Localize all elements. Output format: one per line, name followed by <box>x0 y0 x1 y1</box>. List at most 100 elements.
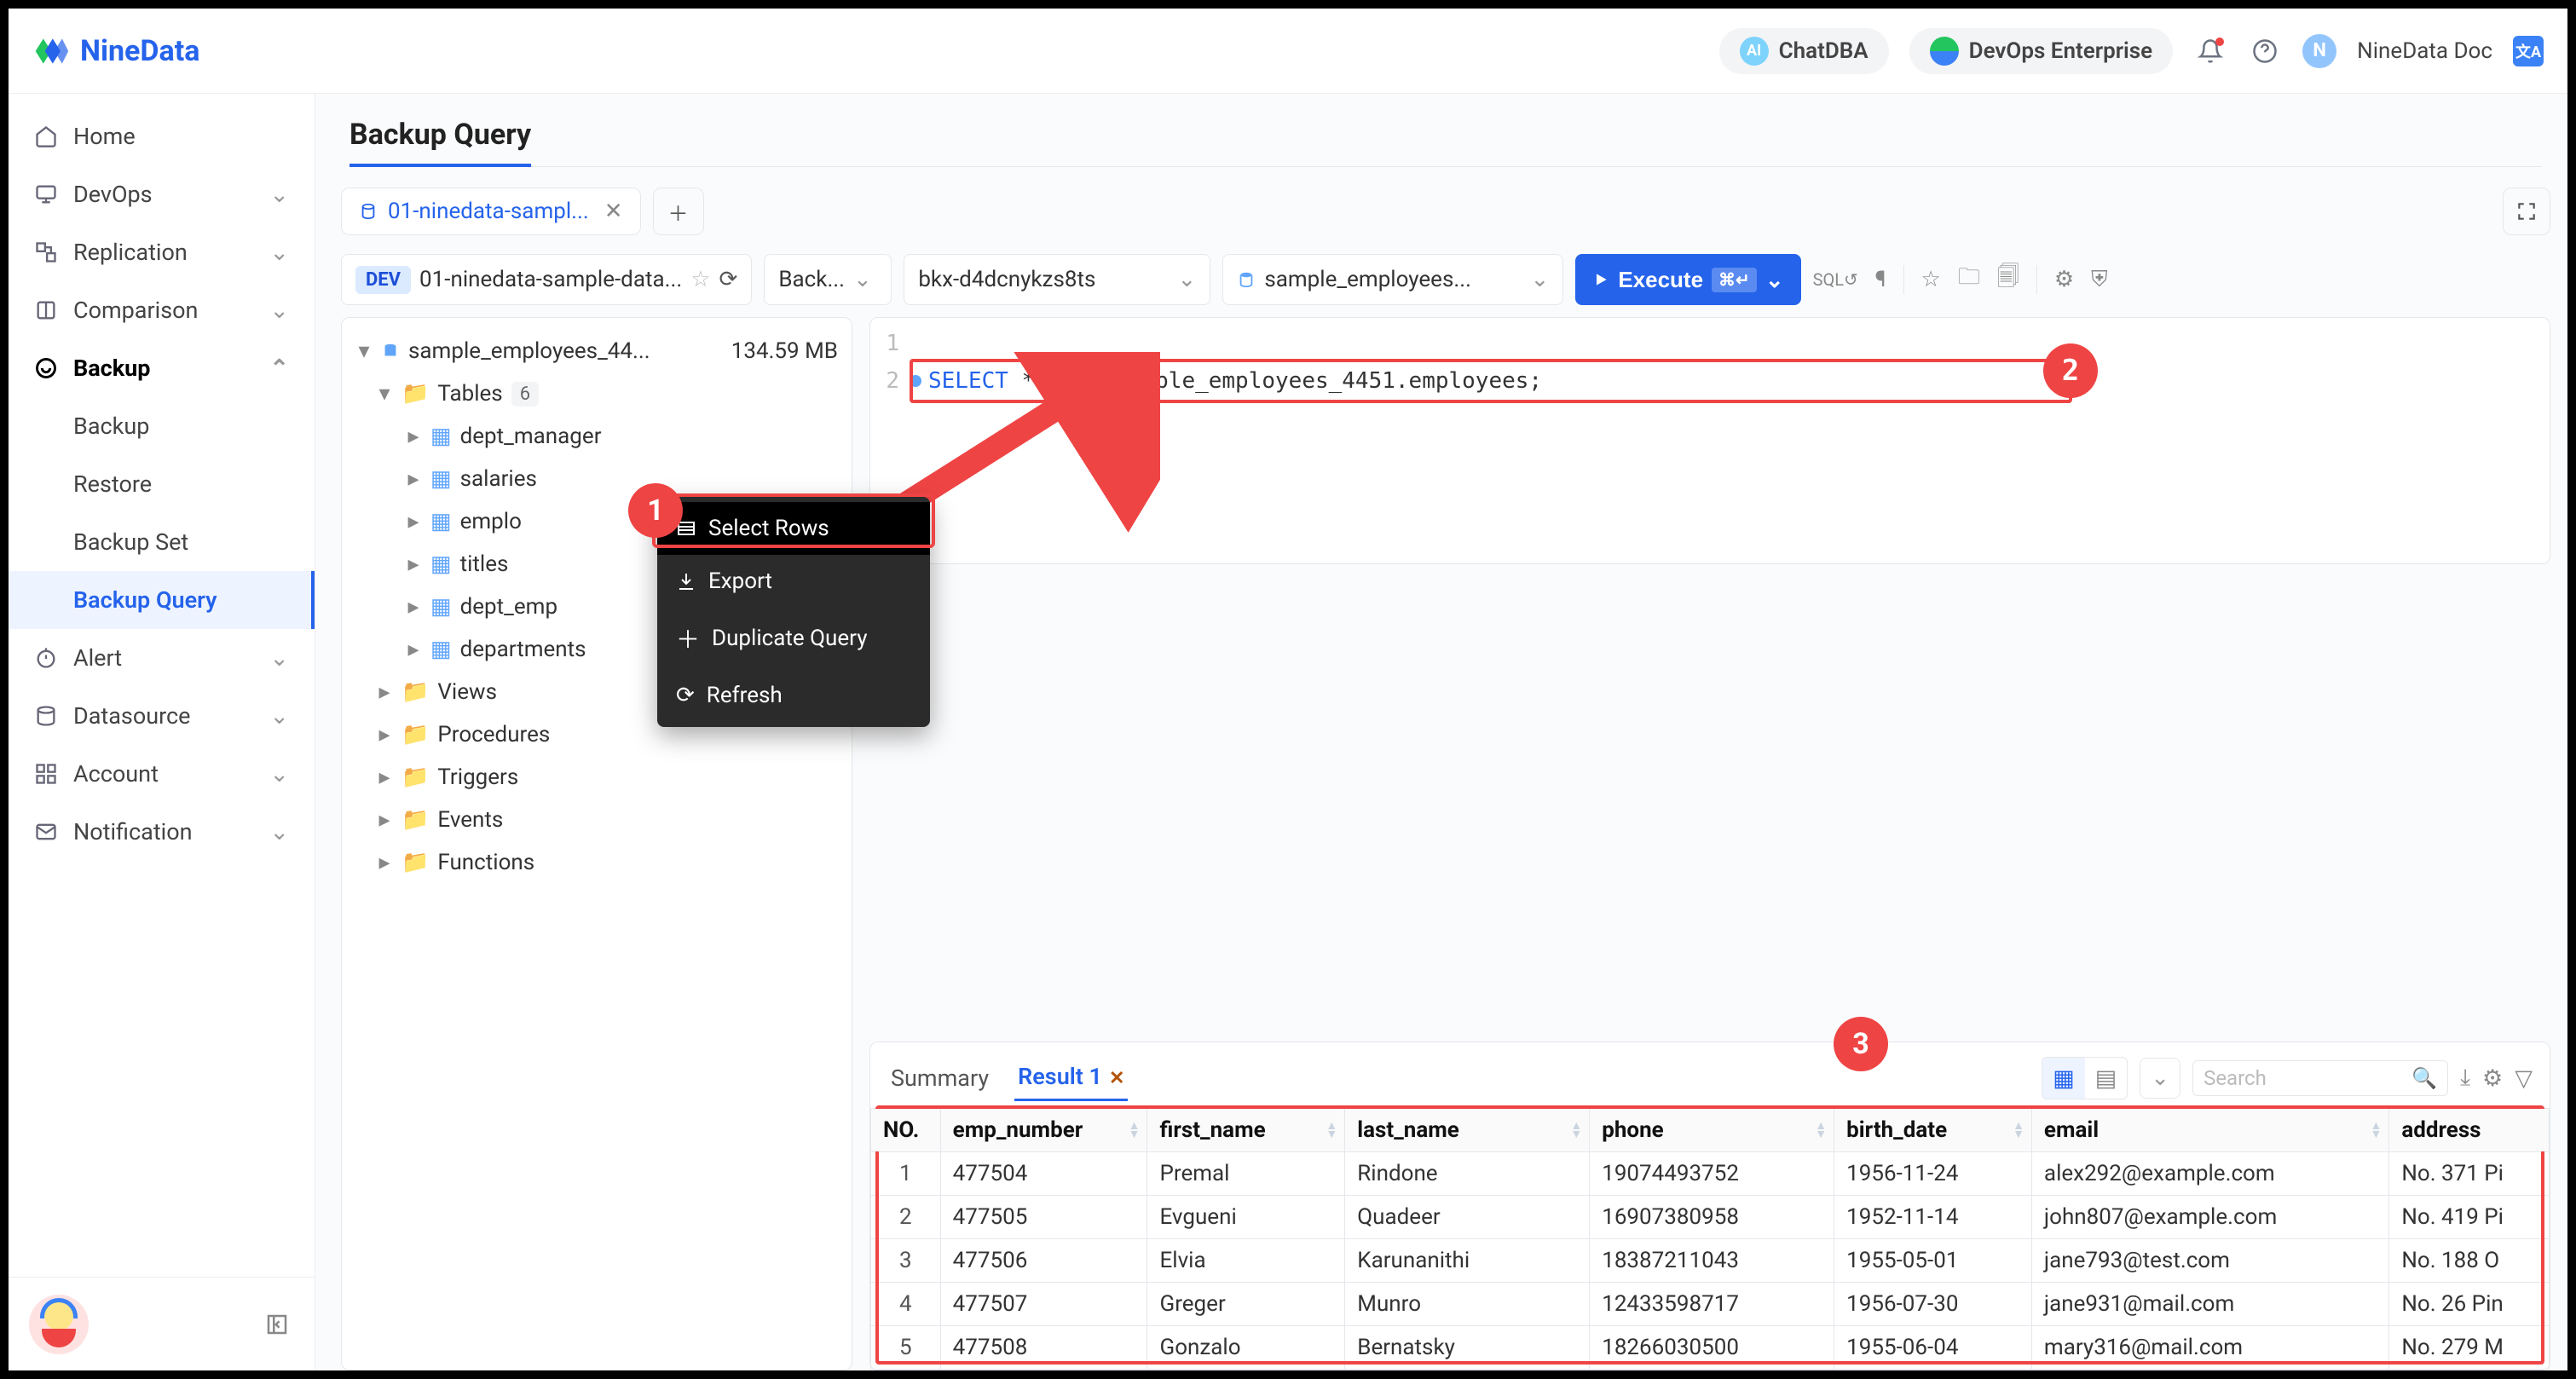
sidebar-item-backup[interactable]: Backup ⌃ <box>9 339 315 397</box>
results-tab-result1[interactable]: Result 1✕ <box>1014 1054 1128 1101</box>
help-icon[interactable] <box>2248 34 2282 68</box>
sidebar-item-comparison[interactable]: Comparison ⌄ <box>9 281 315 339</box>
column-header[interactable]: first_name▲▼ <box>1147 1109 1345 1152</box>
cell-ph: 12433598717 <box>1590 1283 1834 1326</box>
sidebar-item-label: Backup <box>73 355 150 382</box>
tree-tables[interactable]: ▾ 📁 Tables 6 <box>350 372 843 415</box>
mail-icon <box>34 820 58 844</box>
column-header[interactable]: emp_number▲▼ <box>940 1109 1147 1152</box>
sidebar-item-datasource[interactable]: Datasource ⌄ <box>9 687 315 745</box>
export-icon <box>676 571 696 591</box>
sidebar-item-account[interactable]: Account ⌄ <box>9 745 315 803</box>
tree-folder[interactable]: ▸📁Triggers <box>350 756 843 799</box>
sidebar-item-devops[interactable]: DevOps ⌄ <box>9 165 315 223</box>
sidebar-item-alert[interactable]: Alert ⌄ <box>9 629 315 687</box>
sidebar-item-notification[interactable]: Notification ⌄ <box>9 803 315 861</box>
column-header[interactable]: birth_date▲▼ <box>1834 1109 2032 1152</box>
context-menu-duplicate[interactable]: ＋ Duplicate Query <box>657 608 930 669</box>
chatdba-button[interactable]: AI ChatDBA <box>1719 28 1889 74</box>
table-row[interactable]: 4 477507 Greger Munro 12433598717 1956-0… <box>871 1283 2550 1326</box>
fullscreen-button[interactable] <box>2503 188 2550 235</box>
sql-icon[interactable]: SQL↺ <box>1813 269 1858 290</box>
table-row[interactable]: 3 477506 Elvia Karunanithi 18387211043 1… <box>871 1239 2550 1283</box>
context-menu-export[interactable]: Export <box>657 555 930 608</box>
download-icon[interactable]: ⤓ <box>2460 1064 2470 1092</box>
sort-icon[interactable]: ▲▼ <box>1326 1122 1337 1139</box>
close-icon[interactable]: ✕ <box>1109 1068 1124 1089</box>
sidebar-item-home[interactable]: Home <box>9 107 315 165</box>
cell-ad: No. 188 O <box>2389 1239 2550 1283</box>
backup-id-selector[interactable]: bkx-d4dcnykzs8ts ⌄ <box>904 254 1210 305</box>
sort-icon[interactable]: ▲▼ <box>1570 1122 1582 1139</box>
notifications-icon[interactable] <box>2193 34 2227 68</box>
database-icon <box>1237 270 1256 289</box>
sidebar-item-label: Home <box>73 123 136 150</box>
datasource-selector[interactable]: DEV 01-ninedata-sample-data... ☆ ⟳ <box>341 254 752 305</box>
chevron-down-icon: ⌄ <box>1178 267 1197 292</box>
tree-folder[interactable]: ▸📁Functions <box>350 841 843 884</box>
save-icon[interactable]: 🗐 <box>1997 261 2019 298</box>
sidebar-sub-restore[interactable]: Restore <box>9 455 315 513</box>
chevron-right-icon: ▸ <box>376 765 393 790</box>
results-tab-summary[interactable]: Summary <box>887 1056 992 1100</box>
brand-logo[interactable]: NineData <box>32 32 199 70</box>
results-options-dropdown[interactable]: ⌄ <box>2140 1058 2180 1099</box>
sort-icon[interactable]: ▲▼ <box>1815 1122 1827 1139</box>
column-header[interactable]: phone▲▼ <box>1590 1109 1834 1152</box>
table-row[interactable]: 1 477504 Premal Rindone 19074493752 1956… <box>871 1152 2550 1196</box>
sidebar-item-replication[interactable]: Replication ⌄ <box>9 223 315 281</box>
user-avatar[interactable]: N <box>2302 34 2336 68</box>
shield-icon[interactable]: ⛨ <box>2091 267 2108 293</box>
context-menu-refresh[interactable]: ⟳ Refresh <box>657 669 930 722</box>
database-icon <box>359 202 378 221</box>
tree-table-item[interactable]: ▸▦dept_manager <box>350 415 843 458</box>
sidebar-sub-backup-query[interactable]: Backup Query <box>9 571 315 629</box>
sidebar-sub-backup[interactable]: Backup <box>9 397 315 455</box>
format-icon[interactable]: ¶ <box>1875 267 1886 292</box>
context-menu-select-rows[interactable]: Select Rows <box>657 502 930 555</box>
favorite-icon[interactable]: ☆ <box>1921 267 1941 292</box>
refresh-icon[interactable]: ⟳ <box>719 267 738 292</box>
code-keyword: FROM <box>1048 368 1102 394</box>
tree-root[interactable]: ▾ sample_employees_44... 134.59 MB <box>350 330 843 372</box>
grid-view-icon[interactable]: ▦ <box>2042 1058 2085 1099</box>
cell-no: 4 <box>871 1283 941 1326</box>
tree-folder[interactable]: ▸📁Events <box>350 799 843 841</box>
sort-icon[interactable]: ▲▼ <box>2013 1122 2024 1139</box>
close-icon[interactable]: ✕ <box>604 199 623 224</box>
backup-selector[interactable]: Back... ⌄ <box>764 254 892 305</box>
view-toggle[interactable]: ▦▤ <box>2042 1057 2128 1099</box>
code-text <box>1102 368 1116 394</box>
column-header[interactable]: NO. <box>871 1109 941 1152</box>
execute-button[interactable]: Execute ⌘↵ ⌄ <box>1575 254 1800 305</box>
devops-enterprise-button[interactable]: DevOps Enterprise <box>1909 28 2174 74</box>
folder-icon[interactable]: 🗀 <box>1958 261 1980 298</box>
language-toggle[interactable]: 文A <box>2513 36 2544 66</box>
table-row[interactable]: 5 477508 Gonzalo Bernatsky 18266030500 1… <box>871 1326 2550 1370</box>
detail-view-icon[interactable]: ▤ <box>2085 1058 2128 1099</box>
chevron-right-icon: ▸ <box>405 594 422 620</box>
sidebar-sub-backup-set[interactable]: Backup Set <box>9 513 315 571</box>
editor-tab[interactable]: 01-ninedata-sampl... ✕ <box>341 188 641 235</box>
support-avatar[interactable] <box>29 1295 89 1354</box>
sort-icon[interactable]: ▲▼ <box>1129 1122 1141 1139</box>
chevron-down-icon: ⌄ <box>269 760 289 788</box>
schema-selector[interactable]: sample_employees... ⌄ <box>1222 254 1563 305</box>
chevron-down-icon: ⌄ <box>269 818 289 845</box>
table-row[interactable]: 2 477505 Evgueni Quadeer 16907380958 195… <box>871 1196 2550 1239</box>
results-search[interactable]: Search 🔍 <box>2192 1060 2448 1096</box>
cell-em: jane931@mail.com <box>2031 1283 2388 1326</box>
column-header[interactable]: email▲▼ <box>2031 1109 2388 1152</box>
tree-table-item[interactable]: ▸▦salaries <box>350 458 843 500</box>
sort-icon[interactable]: ▲▼ <box>2370 1122 2382 1139</box>
filter-icon[interactable]: ▽ <box>2515 1065 2533 1092</box>
column-header[interactable]: address <box>2389 1109 2550 1152</box>
settings-icon[interactable]: ⚙ <box>2054 267 2074 292</box>
column-header[interactable]: last_name▲▼ <box>1345 1109 1590 1152</box>
star-icon[interactable]: ☆ <box>690 267 710 292</box>
sql-editor[interactable]: 1 2 SELECT * FROM sample_employees_4451.… <box>869 317 2550 564</box>
add-tab-button[interactable]: ＋ <box>653 188 704 235</box>
doc-link[interactable]: NineData Doc <box>2357 38 2492 64</box>
collapse-sidebar-icon[interactable] <box>260 1307 294 1341</box>
settings-icon[interactable]: ⚙ <box>2482 1065 2503 1092</box>
